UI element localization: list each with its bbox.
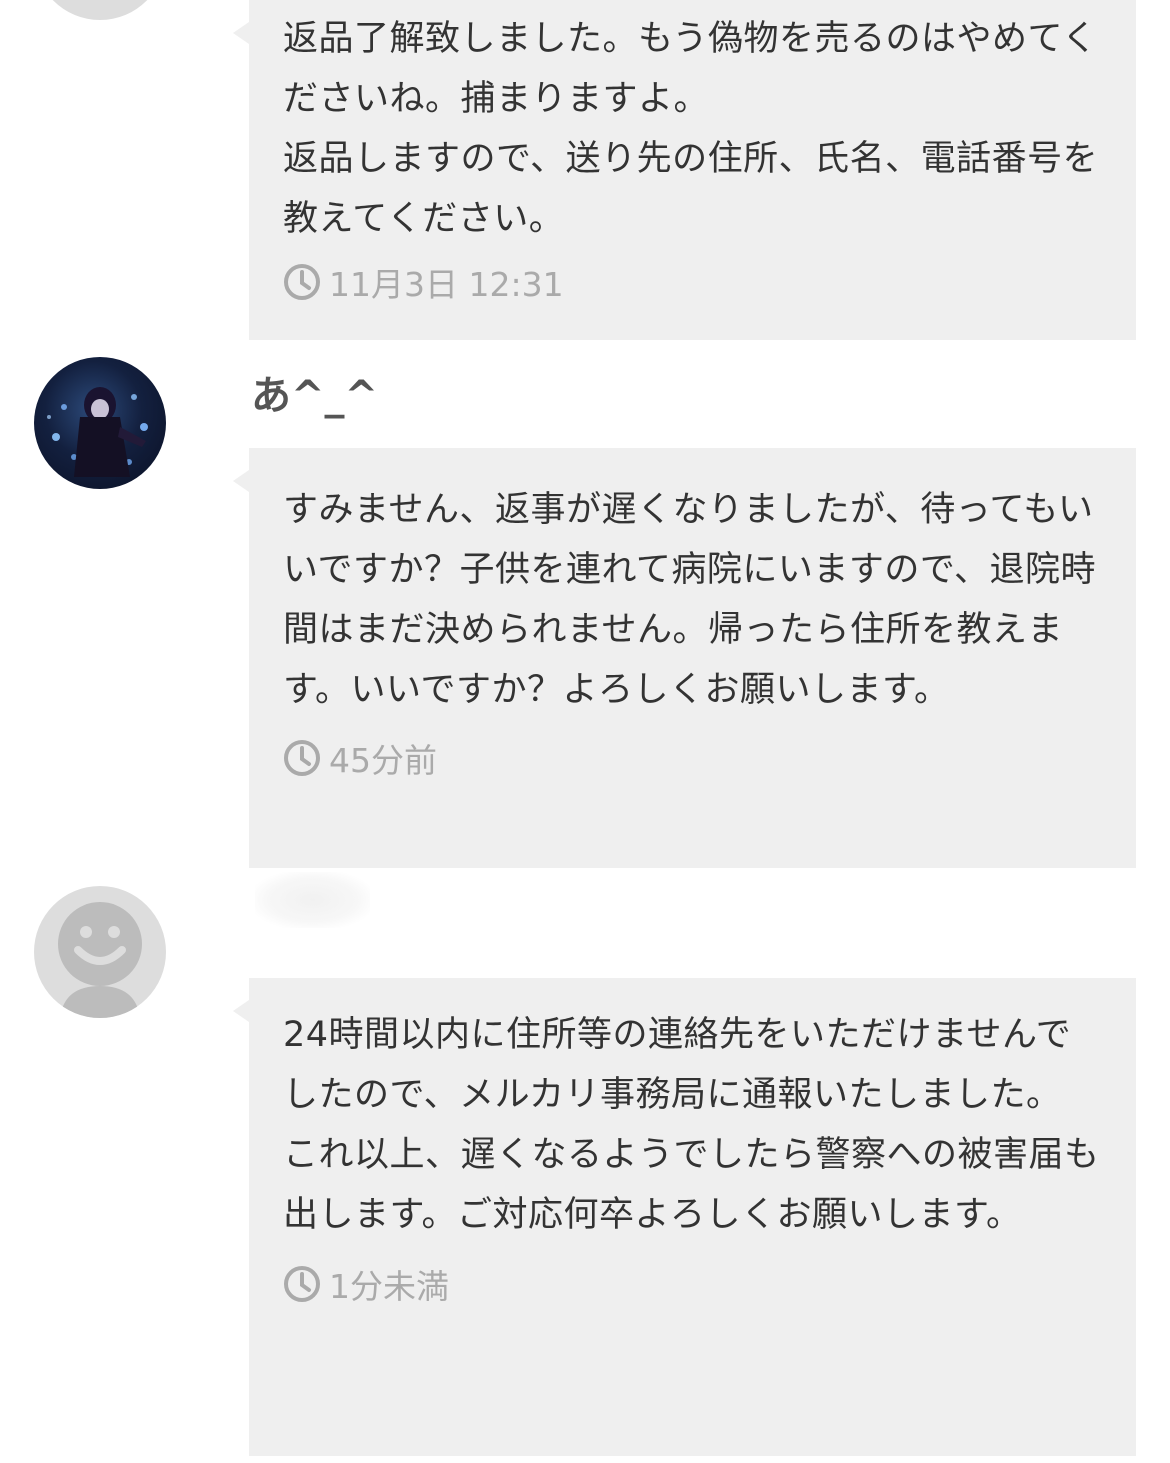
timestamp-text: 11月3日 12:31 bbox=[329, 265, 564, 304]
clock-icon bbox=[284, 264, 320, 300]
message-text: 24時間以内に住所等の連絡先をいただけませんでしたので、メルカリ事務局に通報いた… bbox=[283, 1015, 1100, 1235]
message-timestamp: 11月3日 12:31 bbox=[283, 260, 1106, 304]
anime-character-avatar bbox=[47, 387, 148, 477]
default-user-avatar bbox=[58, 902, 142, 1018]
redacted-sender-name bbox=[255, 872, 370, 928]
timestamp-text: 45分前 bbox=[329, 741, 437, 780]
message-timestamp: 1分未満 bbox=[283, 1262, 1106, 1306]
clock-icon bbox=[284, 1266, 320, 1302]
message-text: 返品了解致しました。もう偽物を売るのはやめてくださいね。捕まりますよ。 返品しま… bbox=[283, 19, 1099, 239]
message-timestamp: 45分前 bbox=[283, 736, 1106, 780]
user-avatar[interactable] bbox=[34, 0, 166, 20]
user-avatar[interactable] bbox=[34, 886, 166, 1018]
timestamp-text: 1分未満 bbox=[329, 1267, 449, 1306]
message-bubble: 24時間以内に住所等の連絡先をいただけませんでしたので、メルカリ事務局に通報いた… bbox=[233, 978, 1136, 1456]
message-bubble: すみません、返事が遅くなりましたが、待ってもいいですか？子供を連れて病院にいます… bbox=[233, 448, 1136, 868]
sender-avatar[interactable] bbox=[34, 357, 166, 489]
clock-icon bbox=[284, 740, 320, 776]
message-bubble: 返品了解致しました。もう偽物を売るのはやめてくださいね。捕まりますよ。 返品しま… bbox=[233, 0, 1136, 340]
sender-name: あ^_^ bbox=[251, 373, 379, 419]
message-text: すみません、返事が遅くなりましたが、待ってもいいですか？子供を連れて病院にいます… bbox=[283, 490, 1097, 710]
